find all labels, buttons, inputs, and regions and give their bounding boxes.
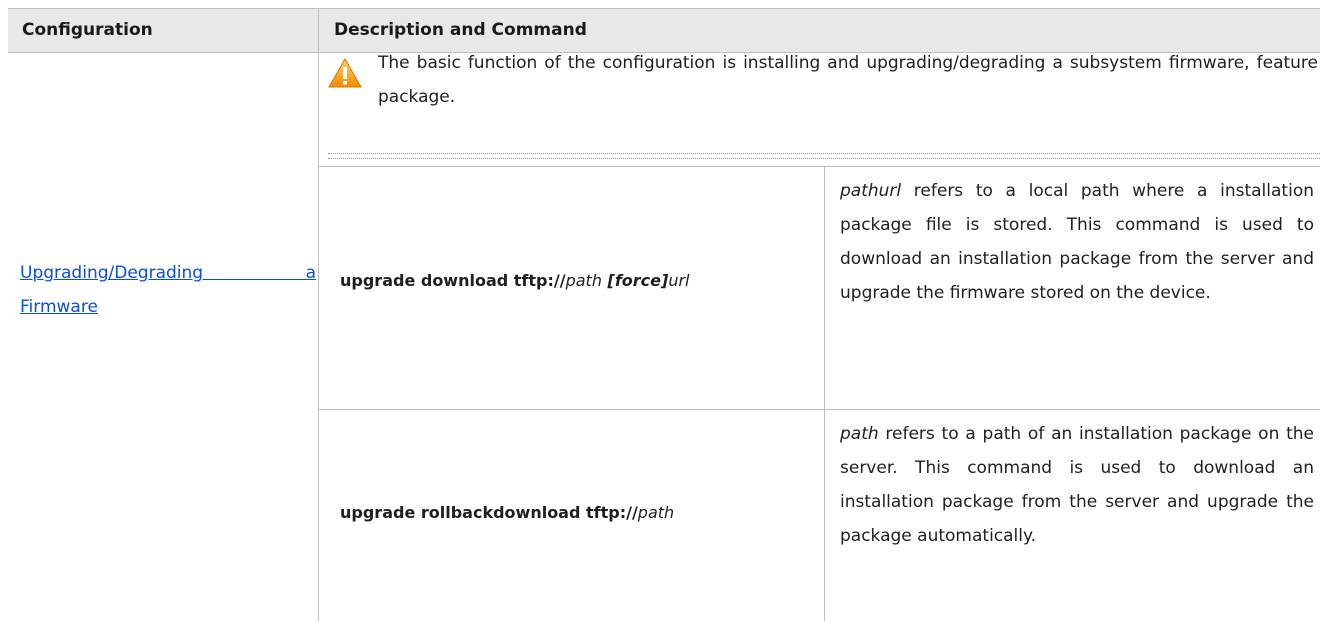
upgrading-degrading-firmware-link[interactable]: Upgrading/Degrading a Firmware: [20, 256, 316, 324]
warning-text: The basic function of the configuration …: [378, 53, 1318, 107]
description-text: refers to a path of an installation pack…: [840, 424, 1314, 546]
description-param: pathurl: [840, 181, 902, 201]
command-keyword: upgrade download tftp://: [340, 271, 566, 290]
warning-bottom-rule-2: [328, 158, 1320, 159]
warning-bottom-rule: [328, 153, 1320, 154]
description-upgrade-download: pathurl refers to a local path where a i…: [840, 174, 1314, 310]
command-arg-path: path: [637, 503, 675, 522]
command-upgrade-download: upgrade download tftp://path [force]url: [340, 264, 690, 298]
command-upgrade-rollbackdownload: upgrade rollbackdownload tftp://path: [340, 496, 674, 530]
command-arg-force: [force]: [601, 271, 669, 290]
description-upgrade-rollbackdownload: path refers to a path of an installation…: [840, 417, 1314, 553]
column-divider: [318, 8, 319, 621]
configuration-table: Configuration Description and Command Up…: [8, 8, 1320, 621]
column-divider-inner: [824, 166, 825, 621]
command-arg-path: path: [565, 271, 602, 290]
description-text: refers to a local path where a installat…: [840, 181, 1314, 303]
header-configuration: Configuration: [22, 20, 153, 40]
row-divider-top: [318, 166, 1320, 167]
description-param: path: [840, 424, 879, 444]
command-keyword: upgrade rollbackdownload tftp://: [340, 503, 638, 522]
link-line-2[interactable]: Firmware: [20, 290, 316, 324]
row-divider-middle: [318, 409, 1320, 410]
warning-triangle-icon: [328, 58, 362, 88]
command-arg-url: url: [668, 271, 690, 290]
link-line-1[interactable]: Upgrading/Degrading a: [20, 256, 316, 290]
